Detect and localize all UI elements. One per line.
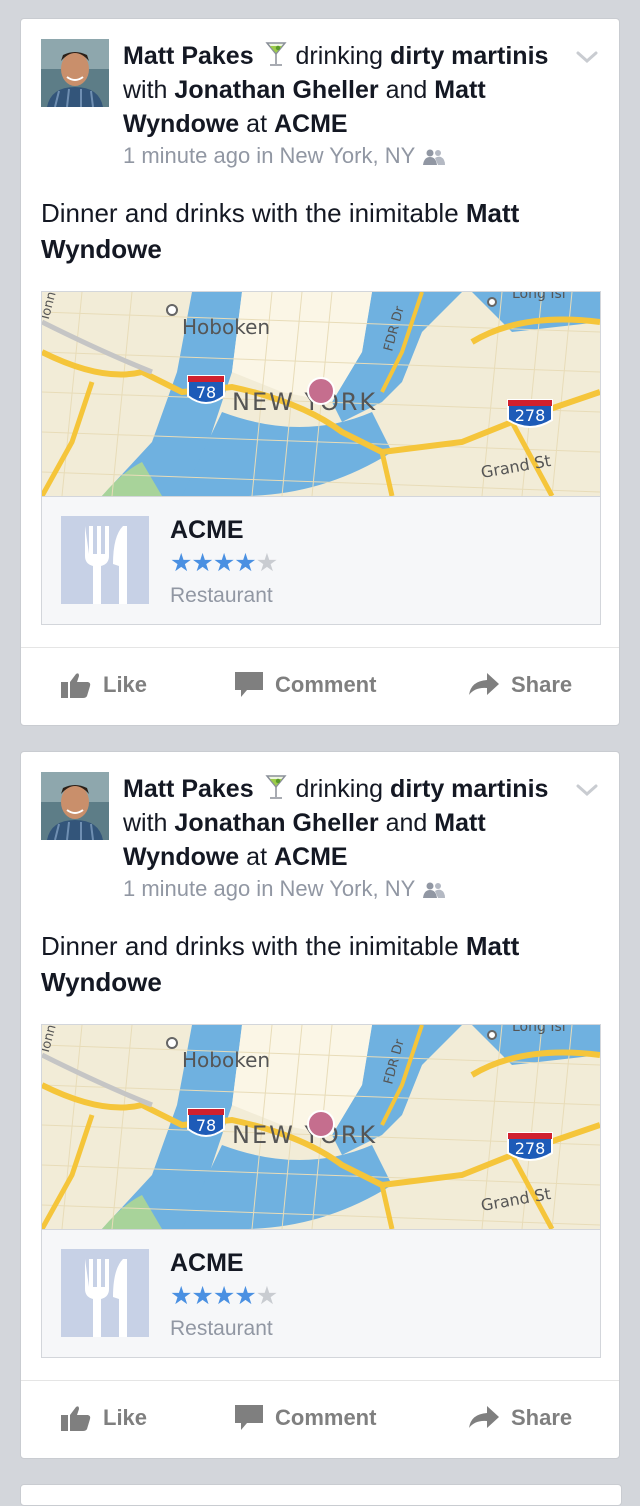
star-filled-icon: ★ [212, 1282, 235, 1310]
map-label-hoboken: Hoboken [182, 1048, 270, 1072]
timestamp-location[interactable]: 1 minute ago in New York, NY [123, 143, 415, 168]
thumbs-up-icon [61, 673, 91, 698]
map-pin-icon [307, 1110, 335, 1138]
like-button[interactable]: Like [61, 672, 147, 698]
interstate-78-shield: 78 [187, 375, 225, 404]
location-map[interactable]: Hoboken NEW YORK FDR Dr Grand St Tonn Lo… [42, 1025, 600, 1230]
at-word: at [246, 110, 268, 138]
like-label: Like [103, 672, 148, 697]
comment-icon [235, 672, 263, 697]
like-button[interactable]: Like [61, 1405, 147, 1431]
rating-stars: ★★★★★ [170, 548, 278, 578]
star-empty-icon: ★ [255, 1282, 278, 1310]
author-avatar[interactable] [41, 39, 109, 107]
place-link[interactable]: ACME [274, 843, 348, 871]
place-attachment[interactable]: Hoboken NEW YORK FDR Dr Grand St Tonn Lo… [41, 291, 601, 625]
activity-object[interactable]: dirty martinis [390, 775, 548, 803]
activity-verb: drinking [295, 42, 384, 70]
place-attachment[interactable]: Hoboken NEW YORK FDR Dr Grand St Tonn Lo… [41, 1024, 601, 1358]
interstate-278-shield: 278 [507, 399, 553, 428]
svg-text:78: 78 [196, 1116, 216, 1135]
story-card: Matt Pakes drinking dirty martinis with … [20, 751, 620, 1459]
rating-stars: ★★★★★ [170, 1281, 278, 1311]
and-word: and [385, 809, 428, 837]
at-word: at [246, 843, 268, 871]
share-label: Share [511, 672, 573, 697]
svg-text:278: 278 [515, 406, 546, 425]
location-map[interactable]: Hoboken NEW YORK FDR Dr Grand St Tonn Lo… [42, 292, 600, 497]
svg-text:278: 278 [515, 1139, 546, 1158]
share-button[interactable]: Share [469, 672, 572, 698]
story-meta: 1 minute ago in New York, NY [123, 876, 446, 902]
story-meta: 1 minute ago in New York, NY [123, 143, 446, 169]
star-filled-icon: ★ [212, 549, 235, 577]
place-name[interactable]: ACME [170, 1249, 244, 1278]
tagged-friend-1[interactable]: Jonathan Gheller [174, 809, 378, 837]
story-header: Matt Pakes drinking dirty martinis with … [123, 772, 563, 874]
share-label: Share [511, 1405, 573, 1430]
story-message: Dinner and drinks with the inimitable Ma… [41, 195, 601, 267]
place-category: Restaurant [170, 1317, 273, 1340]
friends-audience-icon[interactable] [423, 148, 446, 166]
restaurant-icon [61, 1249, 149, 1337]
martini-icon [264, 42, 287, 66]
message-text: Dinner and drinks with the inimitable [41, 198, 459, 228]
map-label-city: NEW YORK [232, 1121, 377, 1149]
comment-button[interactable]: Comment [235, 1405, 376, 1431]
chevron-down-icon[interactable] [573, 780, 601, 800]
star-filled-icon: ★ [234, 549, 256, 577]
star-filled-icon: ★ [191, 549, 213, 577]
comment-icon [235, 1405, 263, 1430]
map-pin-icon [307, 377, 335, 405]
map-label-long: Long Isl [512, 1025, 566, 1035]
map-label-hoboken: Hoboken [182, 315, 270, 339]
comment-button[interactable]: Comment [235, 672, 376, 698]
place-category: Restaurant [170, 584, 273, 607]
star-filled-icon: ★ [234, 1282, 256, 1310]
story-header: Matt Pakes drinking dirty martinis with … [123, 39, 563, 141]
message-text: Dinner and drinks with the inimitable [41, 931, 459, 961]
star-empty-icon: ★ [255, 549, 278, 577]
author-avatar[interactable] [41, 772, 109, 840]
share-button[interactable]: Share [469, 1405, 572, 1431]
author-name[interactable]: Matt Pakes [123, 42, 254, 70]
with-word: with [123, 76, 168, 104]
chevron-down-icon[interactable] [573, 47, 601, 67]
friends-audience-icon[interactable] [423, 881, 446, 899]
interstate-78-shield: 78 [187, 1108, 225, 1137]
restaurant-icon [61, 516, 149, 604]
comment-label: Comment [275, 1405, 377, 1430]
map-label-city: NEW YORK [232, 388, 377, 416]
interstate-278-shield: 278 [507, 1132, 553, 1161]
activity-object[interactable]: dirty martinis [390, 42, 548, 70]
like-label: Like [103, 1405, 148, 1430]
place-link[interactable]: ACME [274, 110, 348, 138]
action-bar: Like Comment Share [21, 1380, 619, 1460]
activity-verb: drinking [295, 775, 384, 803]
action-bar: Like Comment Share [21, 647, 619, 727]
comment-label: Comment [275, 672, 377, 697]
map-label-long: Long Isl [512, 292, 566, 302]
author-name[interactable]: Matt Pakes [123, 775, 254, 803]
next-story-card [20, 1484, 622, 1506]
story-message: Dinner and drinks with the inimitable Ma… [41, 928, 601, 1000]
timestamp-location[interactable]: 1 minute ago in New York, NY [123, 876, 415, 901]
martini-icon [264, 775, 287, 799]
thumbs-up-icon [61, 1406, 91, 1431]
svg-text:78: 78 [196, 383, 216, 402]
and-word: and [385, 76, 428, 104]
story-card: Matt Pakes drinking dirty martinis with … [20, 18, 620, 726]
place-name[interactable]: ACME [170, 516, 244, 545]
tagged-friend-1[interactable]: Jonathan Gheller [174, 76, 378, 104]
share-arrow-icon [469, 673, 499, 695]
star-filled-icon: ★ [191, 1282, 213, 1310]
with-word: with [123, 809, 168, 837]
share-arrow-icon [469, 1406, 499, 1428]
star-filled-icon: ★ [170, 549, 192, 577]
star-filled-icon: ★ [170, 1282, 192, 1310]
